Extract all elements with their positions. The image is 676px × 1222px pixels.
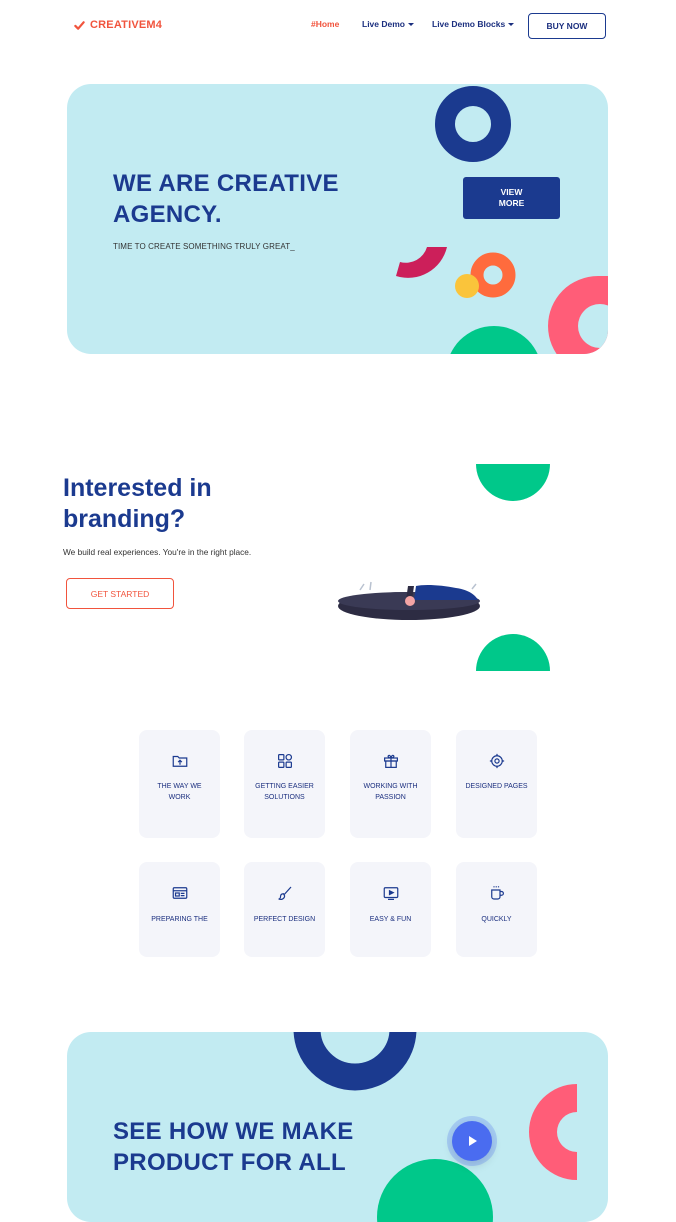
- feature-card-the-way-we-work[interactable]: THE WAY WE WORK: [139, 730, 220, 838]
- feature-card-easy-fun[interactable]: EASY & FUN: [350, 862, 431, 957]
- nav-home[interactable]: #Home: [311, 19, 339, 29]
- feature-card-quickly[interactable]: QUICKLY: [456, 862, 537, 957]
- brand-name: CREATIVEM4: [90, 19, 163, 31]
- video-banner: SEE HOW WE MAKE PRODUCT FOR ALL: [67, 1032, 608, 1222]
- check-icon: [74, 20, 85, 30]
- target-icon: [489, 753, 504, 769]
- branding-subtitle: We build real experiences. You're in the…: [63, 547, 252, 557]
- feature-card-preparing-the[interactable]: PREPARING THE: [139, 862, 220, 957]
- get-started-button[interactable]: GET STARTED: [66, 578, 174, 609]
- feature-card-designed-pages[interactable]: DESIGNED PAGES: [456, 730, 537, 838]
- nav-live-demo[interactable]: Live Demo: [362, 19, 414, 29]
- folder-upload-icon: [172, 755, 187, 767]
- caret-down-icon: [408, 23, 414, 26]
- banner-title: SEE HOW WE MAKE PRODUCT FOR ALL: [113, 1118, 354, 1176]
- brand-logo[interactable]: CREATIVEM4: [74, 19, 162, 31]
- brush-icon: [277, 886, 291, 901]
- gift-icon: [383, 754, 398, 768]
- branding-title: Interested in branding?: [63, 474, 212, 533]
- play-icon: [469, 1136, 477, 1146]
- branding-illustration: [338, 464, 550, 671]
- feature-card-getting-easier-solutions[interactable]: GETTING EASIER SOLUTIONS: [244, 730, 325, 838]
- grid-shapes-icon: [277, 753, 292, 768]
- video-icon: [383, 887, 398, 900]
- feature-card-perfect-design[interactable]: PERFECT DESIGN: [244, 862, 325, 957]
- coffee-cup-icon: [490, 886, 504, 900]
- view-more-button[interactable]: VIEW MORE: [463, 177, 560, 219]
- feature-card-working-with-passion[interactable]: WORKING WITH PASSION: [350, 730, 431, 838]
- caret-down-icon: [508, 23, 515, 26]
- hero-subtitle: TIME TO CREATE SOMETHING TRULY GREAT_: [113, 242, 295, 251]
- buy-now-button[interactable]: BUY NOW: [528, 13, 606, 39]
- play-video-button[interactable]: [452, 1121, 492, 1161]
- browser-window-icon: [172, 887, 187, 899]
- nav-live-demo-blocks[interactable]: Live Demo Blocks: [432, 19, 515, 29]
- hero-title: WE ARE CREATIVE AGENCY.: [113, 170, 339, 228]
- hero-banner: WE ARE CREATIVE AGENCY. TIME TO CREATE S…: [67, 84, 608, 354]
